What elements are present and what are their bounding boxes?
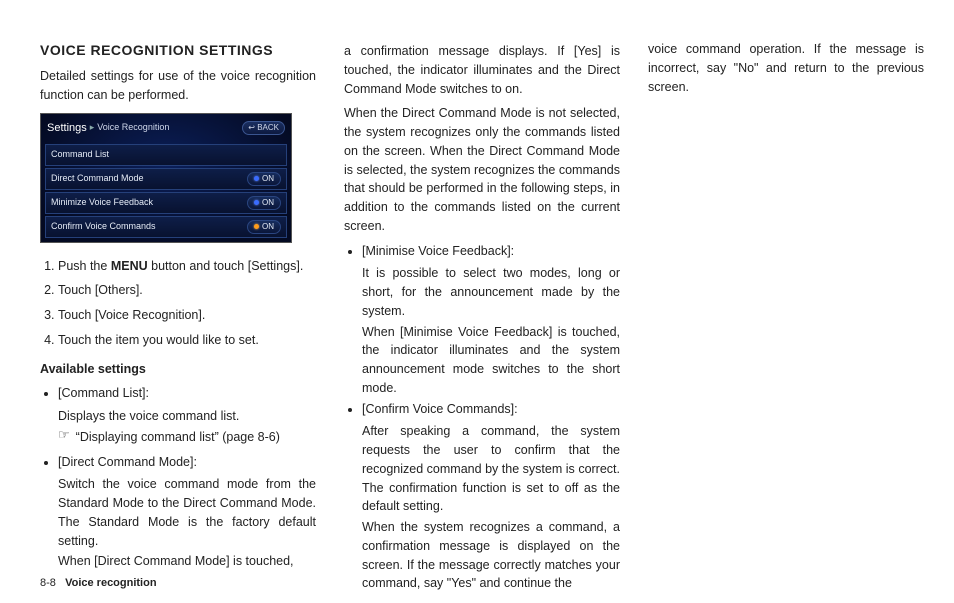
settings-list: [Minimise Voice Feedback]: bbox=[344, 242, 620, 261]
row-label: Direct Command Mode bbox=[51, 172, 144, 186]
setting-body: Switch the voice command mode from the S… bbox=[58, 475, 316, 550]
row-label: Command List bbox=[51, 148, 109, 162]
steps-list: Push the MENU button and touch [Settings… bbox=[40, 257, 316, 350]
setting-body: It is possible to select two modes, long… bbox=[362, 264, 620, 320]
reference-text: “Displaying command list” (page 8-6) bbox=[76, 428, 280, 447]
screenshot-subtitle: Voice Recognition bbox=[97, 121, 169, 135]
column-3: voice command operation. If the message … bbox=[648, 40, 924, 593]
row-label: Confirm Voice Commands bbox=[51, 220, 156, 234]
section-title: VOICE RECOGNITION SETTINGS bbox=[40, 40, 316, 61]
setting-head: [Minimise Voice Feedback]: bbox=[362, 242, 620, 261]
setting-body: When [Minimise Voice Feedback] is touche… bbox=[362, 323, 620, 398]
continuation-text: a confirmation message displays. If [Yes… bbox=[344, 42, 620, 98]
on-pill: ON bbox=[247, 196, 281, 210]
status-dot-icon bbox=[254, 200, 259, 205]
settings-list: [Confirm Voice Commands]: bbox=[344, 400, 620, 419]
status-dot-icon bbox=[254, 224, 259, 229]
settings-screenshot: Settings ▸ Voice Recognition ↩ BACK Comm… bbox=[40, 113, 292, 243]
section-name: Voice recognition bbox=[65, 577, 156, 589]
back-button: ↩ BACK bbox=[242, 121, 285, 135]
breadcrumb-sep-icon: ▸ bbox=[90, 121, 95, 135]
setting-body: When the system recognizes a command, a … bbox=[362, 518, 620, 593]
step-item: Push the MENU button and touch [Settings… bbox=[58, 257, 316, 276]
reference-icon: ☞ bbox=[58, 428, 70, 441]
setting-body: Displays the voice command list. bbox=[58, 407, 316, 426]
page-number: 8-8 bbox=[40, 577, 56, 589]
screenshot-row: Minimize Voice Feedback ON bbox=[45, 192, 287, 214]
settings-list: [Command List]: bbox=[40, 384, 316, 403]
status-dot-icon bbox=[254, 176, 259, 181]
on-pill: ON bbox=[247, 220, 281, 234]
step-item: Touch the item you would like to set. bbox=[58, 331, 316, 350]
page-footer: 8-8 Voice recognition bbox=[40, 577, 157, 589]
page-reference: ☞ “Displaying command list” (page 8-6) bbox=[58, 428, 316, 447]
setting-head: [Direct Command Mode]: bbox=[58, 453, 316, 472]
screenshot-row: Confirm Voice Commands ON bbox=[45, 216, 287, 238]
body-text: When the Direct Command Mode is not sele… bbox=[344, 104, 620, 235]
setting-body: When [Direct Command Mode] is touched, bbox=[58, 552, 316, 571]
screenshot-title: Settings bbox=[47, 120, 87, 137]
screenshot-row: Direct Command Mode ON bbox=[45, 168, 287, 190]
setting-head: [Command List]: bbox=[58, 384, 316, 403]
continuation-text: voice command operation. If the message … bbox=[648, 40, 924, 96]
step-item: Touch [Voice Recognition]. bbox=[58, 306, 316, 325]
screenshot-header: Settings ▸ Voice Recognition ↩ BACK bbox=[45, 118, 287, 141]
screenshot-row: Command List bbox=[45, 144, 287, 166]
column-2: a confirmation message displays. If [Yes… bbox=[344, 40, 620, 593]
available-settings-heading: Available settings bbox=[40, 360, 316, 379]
on-pill: ON bbox=[247, 172, 281, 186]
manual-page: VOICE RECOGNITION SETTINGS Detailed sett… bbox=[0, 0, 954, 603]
step-item: Touch [Others]. bbox=[58, 281, 316, 300]
setting-head: [Confirm Voice Commands]: bbox=[362, 400, 620, 419]
settings-list: [Direct Command Mode]: bbox=[40, 453, 316, 472]
setting-body: After speaking a command, the system req… bbox=[362, 422, 620, 516]
row-label: Minimize Voice Feedback bbox=[51, 196, 153, 210]
section-intro: Detailed settings for use of the voice r… bbox=[40, 67, 316, 105]
column-1: VOICE RECOGNITION SETTINGS Detailed sett… bbox=[40, 40, 316, 593]
